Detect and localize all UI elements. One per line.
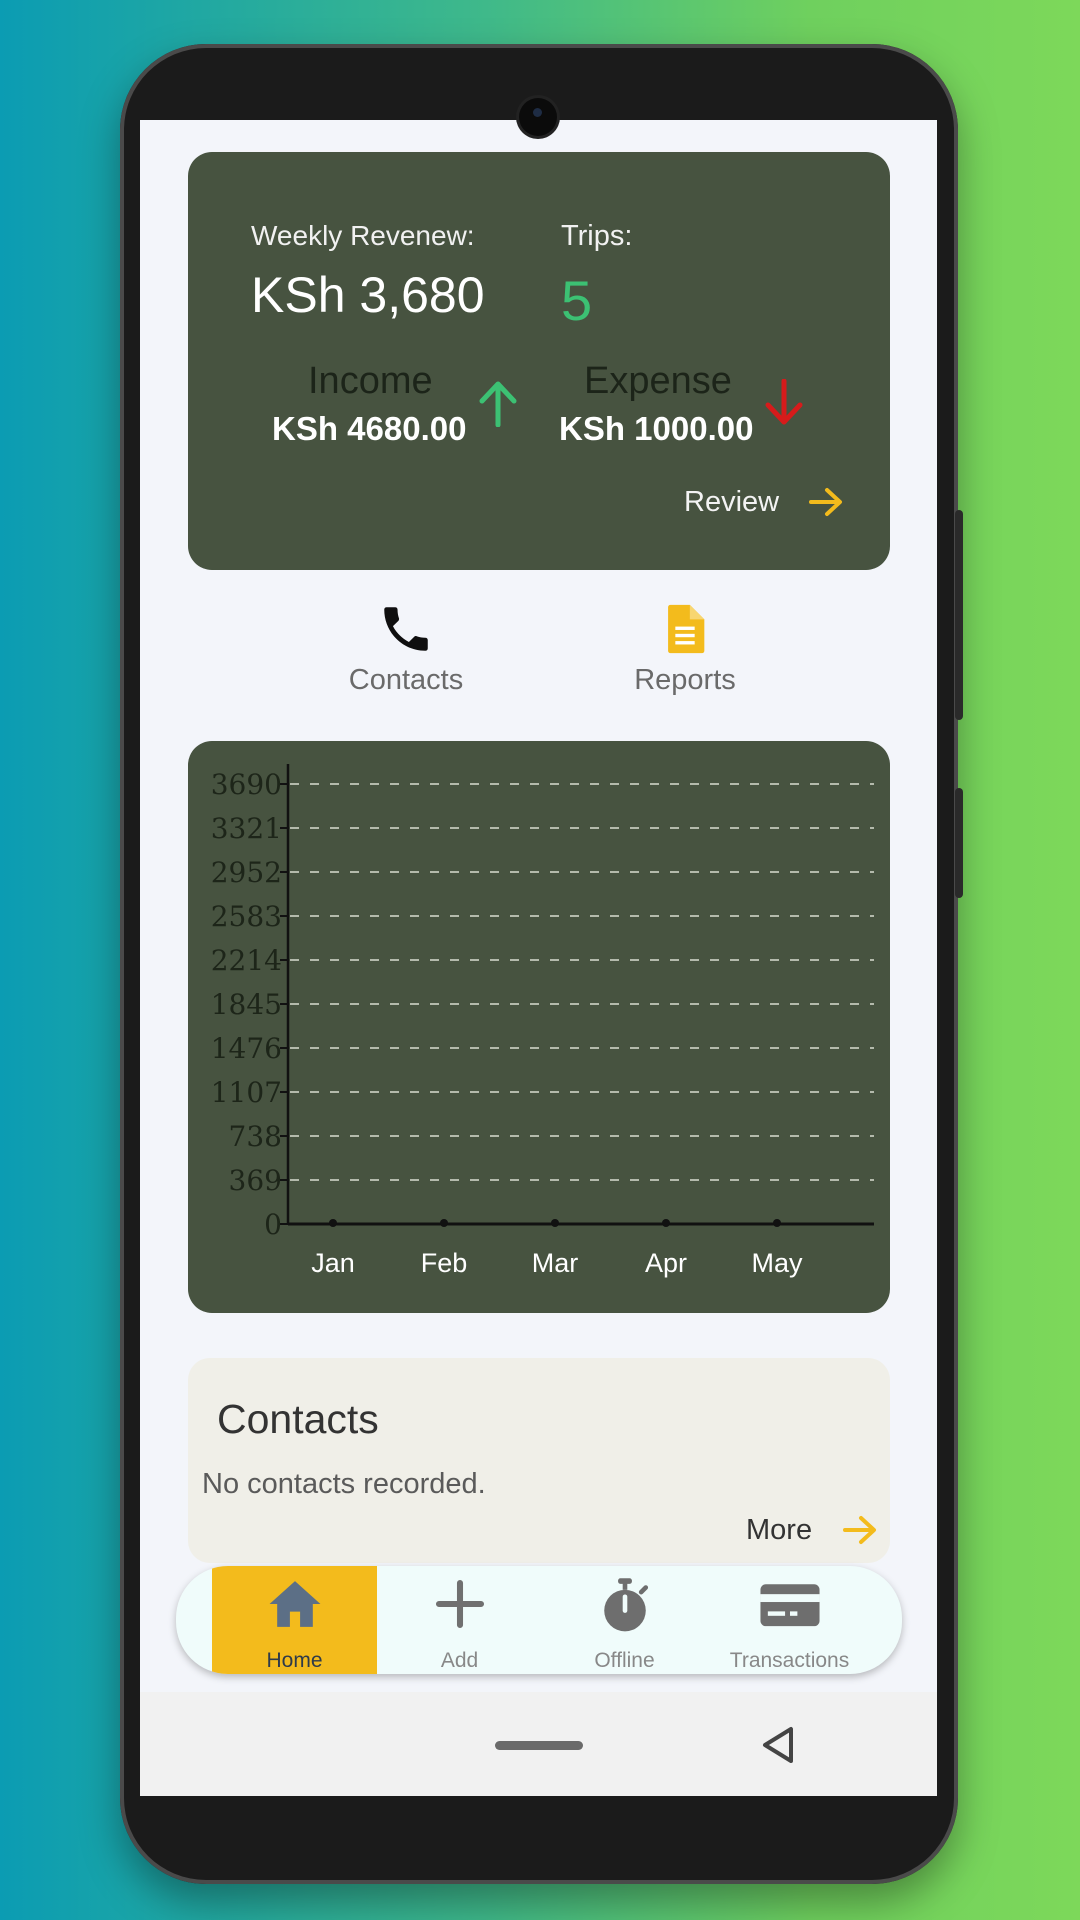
- expense-label: Expense: [584, 360, 732, 402]
- x-tick-label: Jan: [311, 1248, 355, 1278]
- review-label: Review: [684, 486, 780, 518]
- y-tick-label: 738: [229, 1120, 282, 1153]
- system-navigation-bar: [140, 1692, 937, 1796]
- y-tick-label: 1476: [211, 1032, 282, 1065]
- y-tick-label: 369: [229, 1164, 282, 1197]
- trips-label: Trips:: [561, 220, 633, 252]
- revenue-chart-card: 3690 3321 2952 2583 2214 1845 1476 1107 738 369 0 J…: [188, 741, 890, 1313]
- contacts-title: Contacts: [217, 1396, 379, 1442]
- reports-shortcut-label: Reports: [634, 664, 736, 696]
- arrow-right-icon: [843, 1516, 876, 1544]
- contacts-card: Contacts No contacts recorded. More: [188, 1358, 890, 1563]
- more-label: More: [746, 1514, 813, 1546]
- arrow-right-icon: [809, 488, 842, 516]
- x-tick-label: Mar: [532, 1248, 579, 1278]
- y-tick-label: 1845: [211, 988, 282, 1021]
- data-point: [329, 1219, 337, 1227]
- data-point: [773, 1219, 781, 1227]
- arrow-up-icon: [479, 381, 517, 427]
- stopwatch-icon: [603, 1578, 648, 1632]
- y-tick-label: 2952: [211, 856, 282, 889]
- nav-add[interactable]: Add: [377, 1566, 542, 1674]
- weekly-revenue-label: Weekly Revenew:: [251, 220, 475, 251]
- y-tick-label: 0: [264, 1208, 282, 1241]
- phone-icon: [384, 607, 428, 651]
- nav-home[interactable]: Home: [212, 1566, 377, 1674]
- home-icon: [269, 1581, 320, 1627]
- review-link[interactable]: Review: [684, 482, 864, 526]
- contacts-shortcut-label: Contacts: [348, 664, 464, 696]
- reports-shortcut[interactable]: Reports: [600, 600, 770, 697]
- data-point: [551, 1219, 559, 1227]
- y-tick-label: 3690: [211, 768, 282, 801]
- bottom-navigation: Home Add Offline Transactions: [176, 1566, 902, 1674]
- more-link[interactable]: More: [746, 1508, 886, 1552]
- contacts-empty-text: No contacts recorded.: [202, 1468, 486, 1500]
- power-button: [955, 788, 963, 898]
- app-screen: Weekly Revenew: KSh 3,680 Trips: 5 Incom…: [140, 120, 937, 1796]
- back-icon[interactable]: [758, 1724, 798, 1766]
- x-tick-label: Apr: [645, 1248, 687, 1278]
- nav-offline[interactable]: Offline: [542, 1566, 707, 1674]
- x-tick-label: May: [751, 1248, 803, 1278]
- data-point: [440, 1219, 448, 1227]
- volume-button: [955, 510, 963, 720]
- y-tick-label: 1107: [211, 1076, 282, 1109]
- nav-home-label: Home: [266, 1649, 323, 1672]
- plus-icon: [435, 1579, 484, 1629]
- nav-transactions[interactable]: Transactions: [707, 1566, 872, 1674]
- expense-value: KSh 1000.00: [559, 410, 754, 447]
- nav-add-label: Add: [440, 1649, 479, 1672]
- y-tick-label: 2583: [211, 900, 282, 933]
- income-label: Income: [308, 360, 433, 402]
- income-value: KSh 4680.00: [272, 410, 467, 447]
- contacts-shortcut[interactable]: Contacts: [321, 600, 491, 697]
- trips-value: 5: [561, 269, 593, 332]
- home-gesture-bar[interactable]: [495, 1741, 583, 1750]
- revenue-chart: 369033212952258322141845147611077383690J…: [211, 764, 874, 1278]
- weekly-revenue-value: KSh 3,680: [251, 267, 485, 323]
- nav-transactions-label: Transactions: [729, 1649, 850, 1672]
- weekly-summary-card: Weekly Revenew: KSh 3,680 Trips: 5 Incom…: [188, 152, 890, 570]
- arrow-down-icon: [765, 379, 803, 425]
- nav-offline-label: Offline: [594, 1649, 655, 1672]
- data-point: [662, 1219, 670, 1227]
- document-icon: [668, 604, 705, 654]
- y-tick-label: 3321: [211, 812, 282, 845]
- y-tick-label: 2214: [211, 944, 282, 977]
- x-tick-label: Feb: [421, 1248, 468, 1278]
- credit-card-icon: [759, 1584, 820, 1627]
- front-camera: [519, 98, 557, 136]
